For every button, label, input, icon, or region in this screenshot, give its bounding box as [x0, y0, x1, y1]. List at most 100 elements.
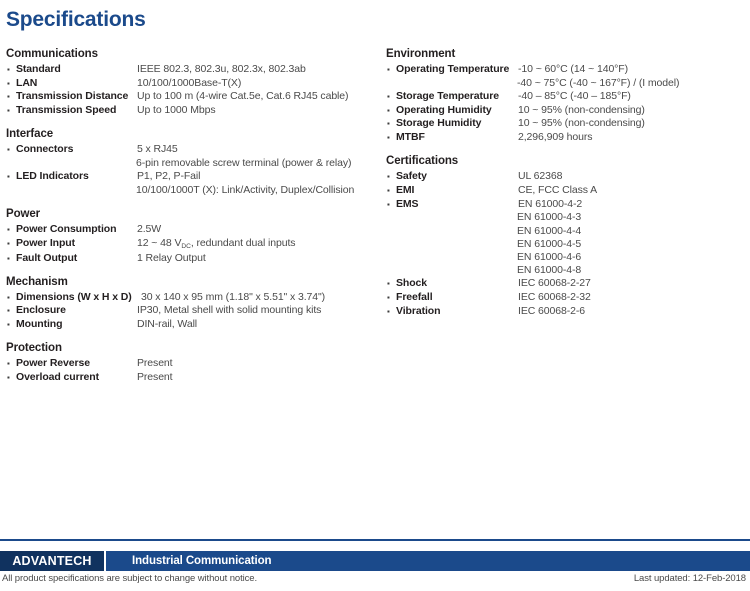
spec-label: Storage Humidity	[396, 117, 482, 130]
footer-tagline: Industrial Communication	[132, 555, 272, 567]
spec-value: EN 61000-4-6	[517, 250, 582, 263]
group-title: Certifications	[386, 155, 459, 168]
bullet-icon	[6, 252, 16, 265]
spec-value-continuation: EN 61000-4-3	[386, 211, 750, 224]
spec-row-power-consumption: Power Consumption 2.5W	[6, 223, 374, 236]
bullet-icon	[386, 277, 396, 290]
group-title: Environment	[386, 48, 456, 60]
spec-value: Up to 1000 Mbps	[137, 104, 216, 117]
spec-value: 2,296,909 hours	[518, 131, 593, 144]
footer-brand-band: ADVANTECH Industrial Communication	[0, 551, 750, 571]
page-title: Specifications	[6, 8, 146, 31]
spec-label: Power Consumption	[16, 223, 117, 236]
footer-disclaimer: All product specifications are subject t…	[2, 573, 257, 584]
spec-label: LAN	[16, 76, 38, 89]
bullet-icon	[386, 117, 396, 130]
spec-value: EN 61000-4-8	[517, 264, 582, 277]
spec-row-storage-temperature: Storage Temperature -40 – 85°C (-40 – 185…	[386, 90, 750, 103]
spec-value: Up to 100 m (4-wire Cat.5e, Cat.6 RJ45 c…	[137, 90, 349, 103]
spec-row-operating-temperature: Operating Temperature -10 ~ 60°C (14 ~ 14…	[386, 63, 750, 76]
bullet-icon	[386, 131, 396, 144]
spec-row-mtbf: MTBF 2,296,909 hours	[386, 131, 750, 144]
spec-value: 12 ~ 48 VDC, redundant dual inputs	[137, 236, 296, 250]
bullet-icon	[386, 198, 396, 211]
spec-group-certifications: Certifications Safety UL 62368 EMI CE, FCC C…	[386, 155, 750, 318]
bullet-icon	[6, 104, 16, 117]
group-title: Mechanism	[6, 275, 68, 288]
spec-group-power: Power Power Consumption 2.5W Power Input 12 …	[6, 208, 374, 265]
group-title: Protection	[6, 342, 62, 355]
spec-value: 6-pin removable screw terminal (power & …	[136, 157, 352, 170]
spec-label: Power Input	[16, 236, 75, 249]
bullet-icon	[386, 170, 396, 183]
spec-row-connectors: Connectors 5 x RJ45	[6, 143, 374, 156]
spec-value: IEC 60068-2-27	[518, 277, 591, 290]
bullet-icon	[6, 291, 16, 304]
spec-value: IEC 60068-2-6	[518, 304, 585, 317]
spec-value: 10 ~ 95% (non-condensing)	[518, 103, 645, 116]
spec-value: CE, FCC Class A	[518, 183, 598, 196]
spec-label: Mounting	[16, 318, 63, 331]
spec-value: EN 61000-4-4	[517, 224, 582, 237]
spec-row-emi: EMI CE, FCC Class A	[386, 184, 750, 197]
bullet-icon	[6, 371, 16, 384]
spec-value-continuation: EN 61000-4-5	[386, 238, 750, 251]
spec-row-mounting: Mounting DIN-rail, Wall	[6, 318, 374, 331]
group-title: Interface	[6, 128, 54, 141]
spec-value: -40 ~ 75°C (-40 ~ 167°F) / (I model)	[517, 76, 680, 89]
spec-label: Operating Humidity	[396, 103, 492, 116]
spec-group-communications: Communications Standard IEEE 802.3, 802.3u…	[6, 48, 374, 117]
spec-value: 30 x 140 x 95 mm (1.18" x 5.51" x 3.74")	[141, 290, 326, 303]
spec-label: Operating Temperature	[396, 63, 510, 75]
spec-label: Freefall	[396, 291, 433, 304]
spec-row-ems: EMS EN 61000-4-2	[386, 198, 750, 211]
spec-value: 1 Relay Output	[137, 251, 206, 264]
right-spec-column: Environment Operating Temperature -10 ~ 60…	[386, 48, 750, 329]
group-title: Communications	[6, 48, 98, 60]
spec-label: EMS	[396, 197, 419, 210]
spec-label: Enclosure	[16, 304, 66, 317]
spec-value: IEEE 802.3, 802.3u, 802.3x, 802.3ab	[137, 63, 306, 75]
spec-row-lan: LAN 10/100/1000Base-T(X)	[6, 77, 374, 90]
spec-row-power-input: Power Input 12 ~ 48 VDC, redundant dual i…	[6, 237, 374, 251]
spec-label: Safety	[396, 170, 427, 183]
bullet-icon	[6, 90, 16, 103]
bullet-icon	[6, 170, 16, 183]
spec-row-transmission-distance: Transmission Distance Up to 100 m (4-wire…	[6, 90, 374, 103]
spec-value: 10/100/1000T (X): Link/Activity, Duplex/…	[136, 183, 355, 196]
spec-label: Vibration	[396, 304, 441, 317]
spec-row-overload-current: Overload current Present	[6, 371, 374, 384]
spec-label: Power Reverse	[16, 357, 90, 370]
group-title: Power	[6, 208, 41, 221]
spec-value: -10 ~ 60°C (14 ~ 140°F)	[518, 63, 628, 75]
spec-value-continuation: 6-pin removable screw terminal (power & …	[6, 157, 374, 170]
spec-value: EN 61000-4-5	[517, 237, 582, 250]
spec-label: Standard	[16, 63, 61, 75]
spec-value-continuation: EN 61000-4-8	[386, 264, 750, 277]
footer-divider-rule	[0, 539, 750, 541]
spec-value-continuation: EN 61000-4-4	[386, 225, 750, 238]
spec-label: Dimensions (W x H x D)	[16, 290, 132, 303]
spec-row-operating-humidity: Operating Humidity 10 ~ 95% (non-condensi…	[386, 104, 750, 117]
spec-group-protection: Protection Power ReversePresentOverload c…	[6, 342, 374, 384]
spec-value: DIN-rail, Wall	[137, 318, 198, 331]
bullet-icon	[386, 90, 396, 103]
spec-row-power-reverse: Power Reverse Present	[6, 357, 374, 370]
bullet-icon	[6, 237, 16, 250]
bullet-icon	[386, 63, 396, 76]
bullet-icon	[386, 184, 396, 197]
spec-value-continuation: -40 ~ 75°C (-40 ~ 167°F) / (I model)	[386, 77, 750, 90]
spec-row-led-indicators: LED Indicators P1, P2, P-Fail	[6, 170, 374, 183]
bullet-icon	[6, 63, 16, 76]
spec-row-transmission-speed: Transmission Speed Up to 1000 Mbps	[6, 104, 374, 117]
spec-value: 2.5W	[137, 223, 162, 236]
spec-value: EN 61000-4-2	[518, 197, 583, 210]
spec-row-vibration: Vibration IEC 60068-2-6	[386, 305, 750, 318]
spec-value: EN 61000-4-3	[517, 211, 582, 224]
spec-row-fault-output: Fault Output 1 Relay Output	[6, 252, 374, 265]
